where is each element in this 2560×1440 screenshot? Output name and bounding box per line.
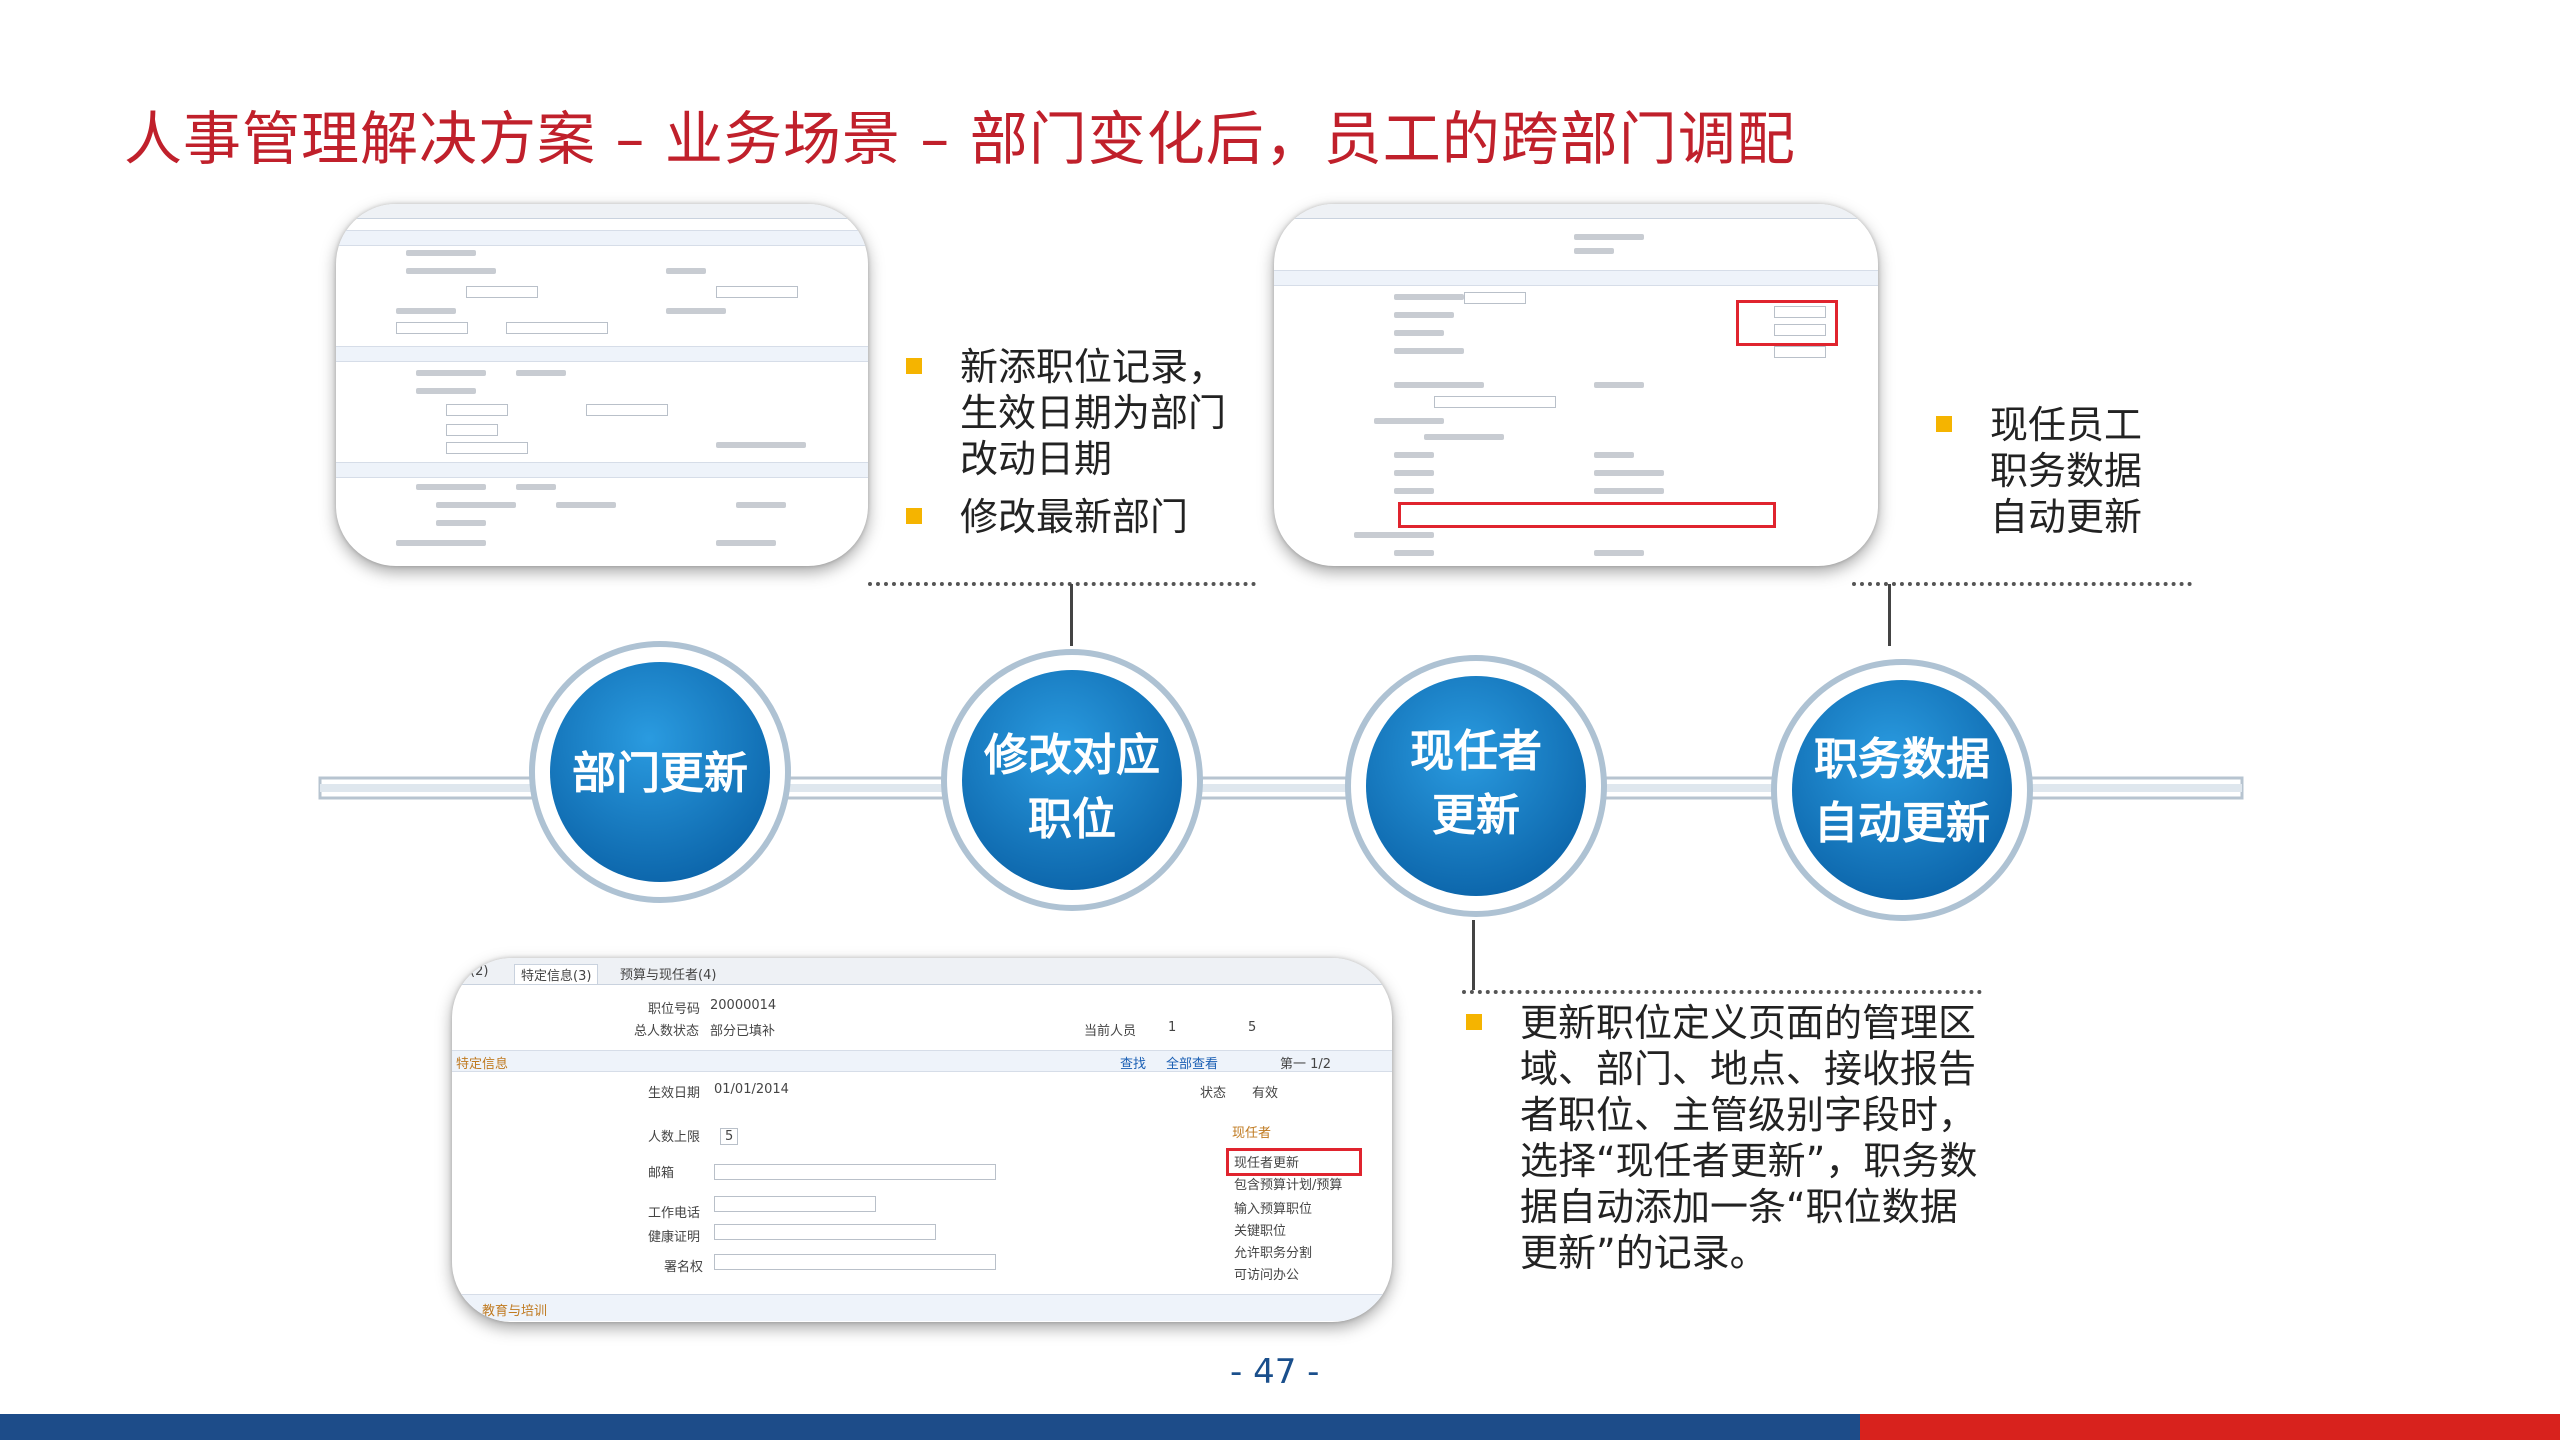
connector-vertical-1 — [1070, 584, 1073, 646]
screenshot-job-data-form — [336, 204, 868, 566]
node-label: 现任者 — [1410, 726, 1542, 777]
checkbox-confidential[interactable]: 可访问办公 — [1234, 1264, 1299, 1283]
screenshot-work-location-form — [1274, 204, 1878, 566]
tab-2[interactable]: (2) — [470, 964, 488, 979]
note-new-record: 新添职位记录，生效日期为部门改动日期 — [902, 344, 1262, 482]
connector-dotted-3 — [1462, 990, 1982, 994]
page-number: - 47 - — [1230, 1352, 1320, 1392]
signature-select[interactable] — [714, 1254, 996, 1270]
headcount-status-value: 部分已填补 — [710, 1024, 776, 1039]
node-modify-position: 修改对应 职位 — [941, 649, 1203, 911]
checkbox-key-position[interactable]: 关键职位 — [1234, 1220, 1286, 1239]
current-staff-value: 1 — [1168, 1020, 1177, 1035]
slide-title: 人事管理解决方案 – 业务场景 – 部门变化后，员工的跨部门调配 — [124, 105, 1796, 173]
node-label: 修改对应 — [984, 730, 1160, 781]
connector-vertical-3 — [1472, 920, 1475, 990]
status-value: 有效 — [1252, 1086, 1279, 1101]
node-label: 职务数据 — [1814, 734, 1990, 785]
health-cert-select[interactable] — [714, 1224, 936, 1240]
notes-top-left: 新添职位记录，生效日期为部门改动日期 修改最新部门 — [902, 344, 1262, 552]
tab-specific-info[interactable]: 特定信息(3) — [514, 964, 599, 985]
email-label: 邮箱 — [648, 1166, 675, 1181]
node-job-data-auto-update: 职务数据 自动更新 — [1771, 659, 2033, 921]
effective-date-label: 生效日期 — [648, 1086, 701, 1101]
note-incumbent-update: 更新职位定义页面的管理区域、部门、地点、接收报告者职位、主管级别字段时，选择“现… — [1462, 1000, 1982, 1276]
find-link[interactable]: 查找 — [1120, 1053, 1146, 1072]
checkbox-budget-position[interactable]: 输入预算职位 — [1234, 1198, 1312, 1217]
notes-bottom: 更新职位定义页面的管理区域、部门、地点、接收报告者职位、主管级别字段时，选择“现… — [1462, 1000, 1982, 1288]
phone-field[interactable] — [714, 1196, 876, 1212]
connector-dotted-2 — [1852, 582, 2192, 586]
notes-top-right: 现任员工职务数据自动更新 — [1932, 402, 2152, 552]
checkbox-budget[interactable]: 包含预算计划/预算 — [1234, 1174, 1342, 1193]
pager[interactable]: 第一 1/2 — [1280, 1053, 1331, 1072]
checkbox-job-share[interactable]: 允许职务分割 — [1234, 1242, 1312, 1261]
incumbent-group-label: 现任者 — [1232, 1126, 1272, 1141]
view-all-link[interactable]: 全部查看 — [1166, 1053, 1218, 1072]
email-field[interactable] — [714, 1164, 996, 1180]
bullet-icon — [906, 358, 922, 374]
note-auto-update: 现任员工职务数据自动更新 — [1932, 402, 2152, 540]
signature-label: 署名权 — [664, 1260, 704, 1275]
phone-label: 工作电话 — [648, 1206, 701, 1221]
node-department-update: 部门更新 — [529, 641, 791, 903]
section-education: 教育与培训 — [482, 1304, 548, 1319]
section-specific-info: 特定信息 — [456, 1057, 509, 1072]
status-label: 状态 — [1200, 1086, 1227, 1101]
current-staff-total: 5 — [1248, 1020, 1257, 1035]
connector-vertical-2 — [1888, 584, 1891, 646]
bullet-icon — [1936, 416, 1952, 432]
position-no-value: 20000014 — [710, 998, 777, 1013]
position-no-label: 职位号码 — [648, 1002, 701, 1017]
screenshot-position-definition: (2) 特定信息(3) 预算与现任者(4) 职位号码 20000014 总人数状… — [452, 958, 1392, 1322]
timeline-bar — [318, 776, 2244, 800]
node-label: 更新 — [1432, 790, 1520, 841]
node-incumbent-update: 现任者 更新 — [1345, 655, 1607, 917]
checkbox-incumbent-update[interactable]: 现任者更新 — [1234, 1152, 1299, 1171]
headcount-status-label: 总人数状态 — [634, 1024, 700, 1039]
note-modify-dept: 修改最新部门 — [902, 494, 1262, 540]
node-label: 部门更新 — [572, 748, 748, 799]
node-label: 职位 — [1028, 794, 1116, 845]
current-staff-label: 当前人员 — [1084, 1024, 1137, 1039]
footer-bar-red — [1860, 1414, 2560, 1440]
bullet-icon — [906, 508, 922, 524]
node-label: 自动更新 — [1814, 798, 1990, 849]
footer-bar-blue — [0, 1414, 1860, 1440]
bullet-icon — [1466, 1014, 1482, 1030]
connector-dotted-1 — [868, 582, 1256, 586]
health-cert-label: 健康证明 — [648, 1230, 701, 1245]
tab-budget-incumbent[interactable]: 预算与现任者(4) — [620, 964, 716, 983]
max-headcount-field[interactable]: 5 — [720, 1128, 739, 1145]
effective-date-value: 01/01/2014 — [714, 1082, 789, 1097]
max-headcount-label: 人数上限 — [648, 1130, 701, 1145]
